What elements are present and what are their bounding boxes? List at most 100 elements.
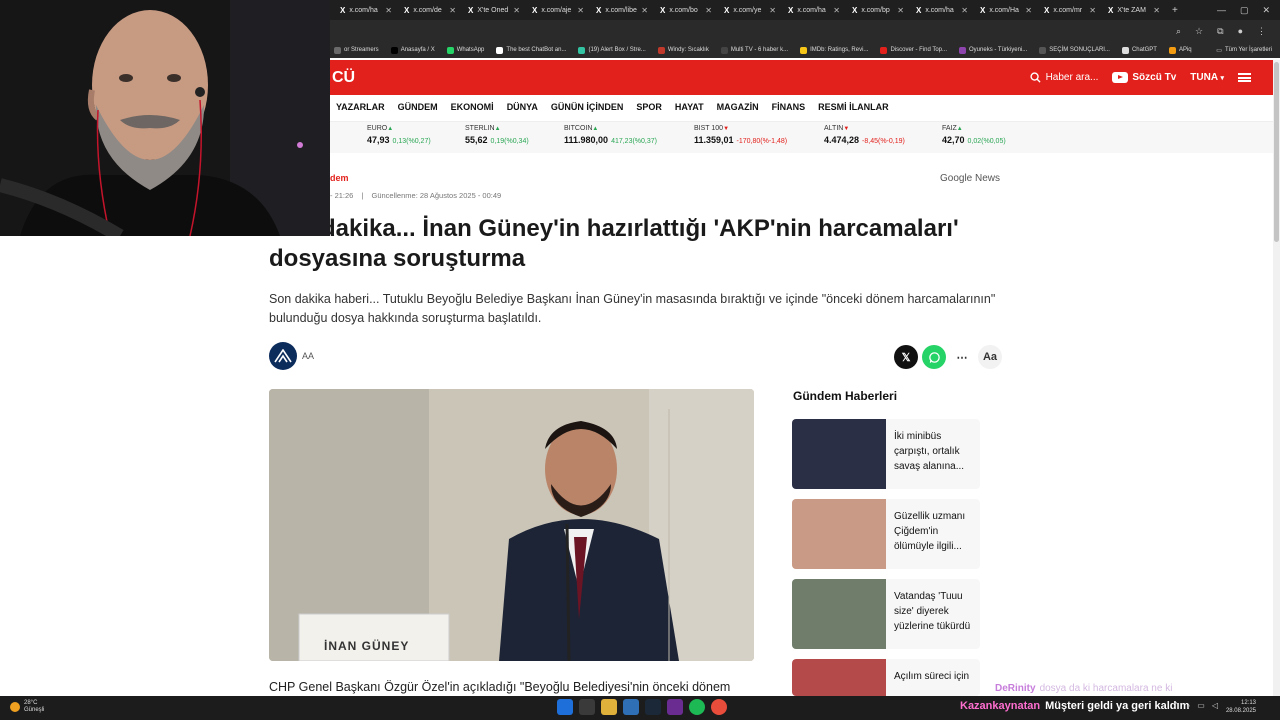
- close-tab-icon[interactable]: ✕: [1089, 6, 1096, 15]
- browser-tab[interactable]: Xx.com/de ✕: [398, 0, 462, 20]
- maximize-icon[interactable]: ▢: [1240, 5, 1249, 16]
- browser-tab[interactable]: Xx.com/Ha ✕: [974, 0, 1038, 20]
- chevron-up-icon[interactable]: ⌃: [1173, 701, 1180, 710]
- nav-item[interactable]: GÜNDEM: [398, 102, 438, 112]
- bookmark-item[interactable]: WhatsApp: [446, 46, 484, 54]
- chrome-icon[interactable]: [711, 699, 727, 715]
- ticker-item[interactable]: FAIZ▲ 42,70 0,02(%0,05): [942, 125, 1006, 145]
- obs-icon[interactable]: [667, 699, 683, 715]
- close-tab-icon[interactable]: ✕: [897, 6, 904, 15]
- close-tab-icon[interactable]: ✕: [641, 6, 648, 15]
- ticker-item[interactable]: EURO▲ 47,93 0,13(%0,27): [367, 125, 431, 145]
- ticker-item[interactable]: ALTIN▼ 4.474,28 -8,45(%-0,19): [824, 125, 905, 145]
- new-tab-button[interactable]: +: [1166, 5, 1178, 16]
- bookmark-item[interactable]: (19) Alert Box / Stre...: [578, 46, 646, 54]
- browser-tab[interactable]: Xx.com/ye ✕: [718, 0, 782, 20]
- close-tab-icon[interactable]: ✕: [1153, 6, 1160, 15]
- ticker-item[interactable]: STERLIN▲ 55,62 0,19(%0,34): [465, 125, 529, 145]
- arrow-down-icon: ▼: [723, 126, 730, 132]
- browser-tab[interactable]: X X'te ZAM ✕: [1102, 0, 1166, 20]
- file-explorer-icon[interactable]: [601, 699, 617, 715]
- bookmark-item[interactable]: Oyuneks - Türkiyeni...: [959, 46, 1027, 54]
- nav-item[interactable]: FİNANS: [772, 102, 806, 112]
- bookmark-item[interactable]: The best ChatBot an...: [496, 46, 566, 54]
- search-tabs-icon[interactable]: ⌕: [1176, 26, 1181, 37]
- bookmark-item[interactable]: ChatGPT: [1121, 46, 1157, 54]
- nav-item[interactable]: EKONOMİ: [451, 102, 494, 112]
- menu-kebab-icon[interactable]: ⋮: [1257, 26, 1266, 37]
- browser-tab[interactable]: Xx.com/mr ✕: [1038, 0, 1102, 20]
- sidebar-news-item[interactable]: İki minibüs çarpıştı, ortalık savaş alan…: [792, 419, 980, 489]
- extensions-icon[interactable]: ⧉: [1217, 26, 1223, 37]
- nav-item[interactable]: SPOR: [636, 102, 662, 112]
- bookmark-item[interactable]: APiq: [1168, 46, 1192, 54]
- browser-tab[interactable]: Xx.com/bp ✕: [846, 0, 910, 20]
- bookmark-item[interactable]: Discover - Find Top...: [880, 46, 947, 54]
- article-category[interactable]: dem: [330, 173, 349, 183]
- search-button[interactable]: Haber ara...: [1029, 72, 1098, 83]
- network-icon[interactable]: ▭: [1197, 701, 1205, 710]
- browser-tab[interactable]: X X'te Oned ✕: [462, 0, 526, 20]
- sidebar-news-item[interactable]: Güzellik uzmanı Çiğdem'in ölümüyle ilgil…: [792, 499, 980, 569]
- bookmark-item[interactable]: Anasayfa / X: [390, 46, 435, 54]
- font-size-button[interactable]: Aa: [978, 345, 1002, 369]
- weather-widget[interactable]: 28°C Güneşli: [10, 700, 44, 714]
- nav-item[interactable]: DÜNYA: [507, 102, 538, 112]
- scrollbar-thumb[interactable]: [1274, 62, 1279, 242]
- nav-item[interactable]: MAGAZİN: [717, 102, 759, 112]
- windows-start-icon[interactable]: [557, 699, 573, 715]
- system-clock[interactable]: 12:13 28.08.2025: [1226, 699, 1256, 715]
- close-tab-icon[interactable]: ✕: [577, 6, 584, 15]
- nav-item[interactable]: YAZARLAR: [336, 102, 385, 112]
- site-logo[interactable]: CÜ: [332, 69, 355, 87]
- close-tab-icon[interactable]: ✕: [385, 6, 392, 15]
- search-taskbar-icon[interactable]: [579, 699, 595, 715]
- all-bookmarks[interactable]: ▭ Tüm Yer İşaretleri: [1216, 42, 1272, 58]
- source-name[interactable]: AA: [302, 351, 314, 361]
- nav-item[interactable]: GÜNÜN İÇİNDEN: [551, 102, 624, 112]
- app-icon[interactable]: [623, 699, 639, 715]
- article-photo[interactable]: İNAN GÜNEY: [269, 389, 754, 661]
- close-tab-icon[interactable]: ✕: [1025, 6, 1032, 15]
- ticker-item[interactable]: BIST 100▼ 11.359,01 -170,80(%-1,48): [694, 125, 787, 145]
- close-tab-icon[interactable]: ✕: [449, 6, 456, 15]
- user-menu-button[interactable]: TUNA ▾: [1190, 72, 1224, 83]
- bookmark-item[interactable]: Multi TV - 6 haber k...: [720, 46, 788, 54]
- browser-tab[interactable]: Xx.com/bo ✕: [654, 0, 718, 20]
- nav-item[interactable]: HAYAT: [675, 102, 704, 112]
- spotify-icon[interactable]: [689, 699, 705, 715]
- close-tab-icon[interactable]: ✕: [769, 6, 776, 15]
- close-window-icon[interactable]: ✕: [1262, 5, 1270, 16]
- nav-item[interactable]: RESMİ İLANLAR: [818, 102, 889, 112]
- minimize-icon[interactable]: —: [1217, 5, 1226, 15]
- close-tab-icon[interactable]: ✕: [513, 6, 520, 15]
- bookmark-item[interactable]: Windy: Sıcaklık: [657, 46, 709, 54]
- browser-tab[interactable]: Xx.com/aje ✕: [526, 0, 590, 20]
- share-whatsapp-button[interactable]: [922, 345, 946, 369]
- close-tab-icon[interactable]: ✕: [705, 6, 712, 15]
- share-x-button[interactable]: 𝕏: [894, 345, 918, 369]
- mic-icon[interactable]: ♪: [1186, 701, 1190, 710]
- close-tab-icon[interactable]: ✕: [833, 6, 840, 15]
- browser-tab[interactable]: Xx.com/ha ✕: [334, 0, 398, 20]
- profile-icon[interactable]: ●: [1238, 26, 1243, 36]
- sidebar-news-item[interactable]: Açılım süreci için: [792, 659, 980, 696]
- bookmark-item[interactable]: IMDb: Ratings, Revi...: [800, 46, 868, 54]
- bookmark-item[interactable]: SEÇİM SONUÇLARI...: [1039, 46, 1110, 54]
- steam-icon[interactable]: [645, 699, 661, 715]
- hamburger-menu-icon[interactable]: [1238, 73, 1251, 82]
- close-tab-icon[interactable]: ✕: [961, 6, 968, 15]
- browser-tab[interactable]: Xx.com/ha ✕: [782, 0, 846, 20]
- browser-tab[interactable]: Xx.com/libe ✕: [590, 0, 654, 20]
- volume-icon[interactable]: ◁: [1212, 701, 1218, 710]
- bookmark-item[interactable]: or Streamers: [334, 46, 379, 54]
- source-avatar[interactable]: [269, 342, 297, 370]
- browser-tab[interactable]: Xx.com/ha ✕: [910, 0, 974, 20]
- google-news-link[interactable]: Google News: [940, 173, 1000, 184]
- ticker-item[interactable]: BITCOIN▲ 111.980,00 417,23(%0,37): [564, 125, 657, 145]
- sozcu-tv-button[interactable]: Sözcü Tv: [1112, 72, 1176, 83]
- share-more-button[interactable]: ⋯: [950, 345, 974, 369]
- sidebar-news-item[interactable]: Vatandaş 'Tuuu size' diyerek yüzlerine t…: [792, 579, 980, 649]
- ticker-value: 4.474,28: [824, 135, 860, 145]
- star-icon[interactable]: ☆: [1195, 26, 1203, 37]
